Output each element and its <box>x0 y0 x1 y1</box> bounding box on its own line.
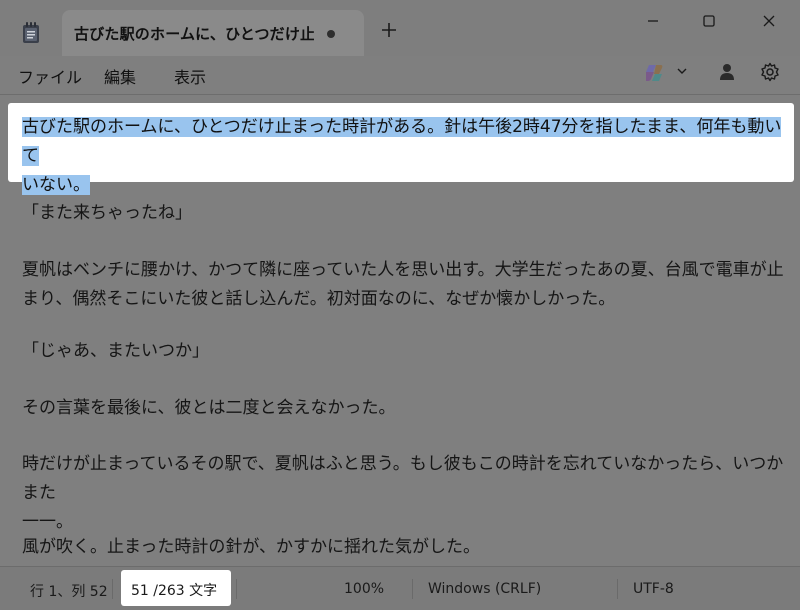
paragraph[interactable]: 「じゃあ、またいつか」 <box>22 337 792 366</box>
text-line: 一一。 <box>22 512 73 532</box>
status-divider <box>412 579 413 599</box>
menu-edit[interactable]: 編集 <box>104 64 136 87</box>
notepad-window: 古びた駅のホームに、ひとつだけ止まった時 ファイル 編集 表示 <box>0 0 800 610</box>
paragraph-selected[interactable]: 古びた駅のホームに、ひとつだけ止まった時計がある。針は午後2時47分を指したまま… <box>22 113 792 200</box>
text-line: 夏帆はベンチに腰かけ、かつて隣に座っていた人を思い出す。大学生だったあの夏、台風… <box>22 260 784 280</box>
tab-title: 古びた駅のホームに、ひとつだけ止まった時 <box>74 25 314 43</box>
encoding[interactable]: UTF-8 <box>633 581 674 597</box>
menu-view[interactable]: 表示 <box>174 64 206 87</box>
text-line: 時だけが止まっているその駅で、夏帆はふと思う。もし彼もこの時計を忘れていなかった… <box>22 454 784 503</box>
paragraph[interactable]: その言葉を最後に、彼とは二度と会えなかった。 <box>22 394 792 423</box>
profile-icon[interactable] <box>718 63 736 81</box>
status-divider <box>236 579 237 599</box>
notepad-icon <box>23 22 39 43</box>
paragraph[interactable]: 「また来ちゃったね」 <box>22 199 792 228</box>
unsaved-dot-icon <box>327 30 335 38</box>
gear-icon[interactable] <box>760 62 780 82</box>
chevron-down-icon[interactable] <box>676 66 688 76</box>
paragraph[interactable]: 夏帆はベンチに腰かけ、かつて隣に座っていた人を思い出す。大学生だったあの夏、台風… <box>22 256 792 314</box>
status-divider <box>617 579 618 599</box>
paragraph[interactable]: 風が吹く。止まった時計の針が、かすかに揺れた気がした。 <box>22 533 792 562</box>
close-icon[interactable] <box>746 8 792 34</box>
cursor-position: 行 1、列 52 <box>30 584 108 600</box>
selected-text-line: いない。 <box>22 175 90 195</box>
char-count: 51 /263 文字 <box>131 583 218 599</box>
tab-document[interactable]: 古びた駅のホームに、ひとつだけ止まった時 <box>62 10 364 56</box>
copilot-icon[interactable] <box>643 62 665 84</box>
status-divider <box>112 579 113 599</box>
line-ending[interactable]: Windows (CRLF) <box>428 581 541 597</box>
plus-icon[interactable] <box>379 20 399 40</box>
selected-text-line: 古びた駅のホームに、ひとつだけ止まった時計がある。針は午後2時47分を指したまま… <box>22 117 782 166</box>
text-line: まり、偶然そこにいた彼と話し込んだ。初対面なのに、なぜか懐かしかった。 <box>22 289 616 309</box>
status-bar: 行 1、列 52 100% Windows (CRLF) UTF-8 <box>0 566 800 610</box>
menu-file[interactable]: ファイル <box>18 64 82 87</box>
minimize-icon[interactable] <box>630 8 676 34</box>
maximize-icon[interactable] <box>686 8 732 34</box>
paragraph[interactable]: 時だけが止まっているその駅で、夏帆はふと思う。もし彼もこの時計を忘れていなかった… <box>22 450 792 537</box>
title-bar: 古びた駅のホームに、ひとつだけ止まった時 <box>0 0 800 56</box>
zoom-level[interactable]: 100% <box>344 581 384 597</box>
